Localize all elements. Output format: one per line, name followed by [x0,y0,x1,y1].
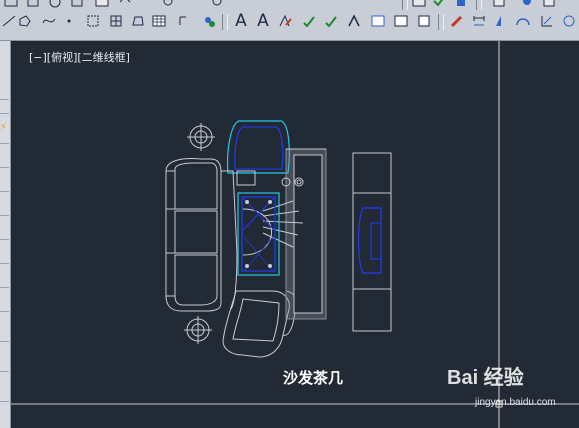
toolbar-separator [402,0,408,10]
panel-divider [0,341,9,342]
spline-icon[interactable] [40,12,58,30]
hatch-icon[interactable] [84,12,102,30]
match-prop-icon[interactable] [415,12,433,30]
dimension-icon[interactable] [470,12,488,30]
toolbar-row-1 [0,0,579,12]
toolbar-separator [438,14,444,30]
panel-divider [0,215,9,216]
panel-divider [0,239,9,240]
drawing-viewport[interactable]: [−][俯视][二维线框] 沙发茶几 Bai 经验 jingyan.baidu.… [11,41,579,428]
settings-icon[interactable] [452,0,470,10]
layer-icon[interactable] [208,0,226,10]
table-icon[interactable] [150,12,168,30]
scale-icon[interactable] [46,0,64,10]
rotate-icon[interactable] [24,0,42,10]
grid-icon[interactable] [540,0,558,10]
move-icon[interactable] [2,0,20,10]
text-style-icon[interactable]: A [254,12,272,30]
polygon-icon[interactable] [16,12,34,30]
baidu-watermark: Bai 经验 jingyan.baidu.com [447,361,556,408]
undo-icon[interactable] [116,0,134,10]
attribute-icon[interactable] [200,12,218,30]
gradient-icon[interactable] [107,12,125,30]
offset-icon[interactable] [93,0,111,10]
edit-text-icon[interactable] [276,12,294,30]
armchair-top [226,120,290,174]
panel-divider [0,99,9,100]
justify-icon[interactable] [369,12,387,30]
scale-text-icon[interactable] [345,12,363,30]
eye-icon[interactable] [518,0,536,10]
text-icon[interactable]: A [232,12,250,30]
panel-divider [0,287,9,288]
panel-divider [0,311,9,312]
region-icon[interactable] [129,12,147,30]
mtext-icon[interactable] [392,12,410,30]
watermark-logo: Bai 经验 [447,367,524,389]
toolbar: A A [0,0,579,41]
panel-divider [0,191,9,192]
lock-icon[interactable] [490,0,508,10]
sofa-three-seat [165,158,238,312]
insert-icon[interactable] [174,12,192,30]
tv-cabinet [352,152,392,332]
radius-icon[interactable] [538,12,556,30]
visual-icon[interactable] [410,0,428,10]
ordinate-icon[interactable] [514,12,532,30]
panel-divider [0,143,9,144]
panel-divider [0,371,9,372]
watermark-url: jingyan.baidu.com [475,397,556,408]
panel-arrow-icon[interactable]: ⚡ [0,121,9,135]
panel-divider [0,401,9,402]
find-replace-icon[interactable] [322,12,340,30]
zoom-icon[interactable] [160,0,178,10]
drawing-caption: 沙发茶几 [283,369,344,387]
mirror-icon[interactable] [68,0,86,10]
arc-icon[interactable] [492,12,510,30]
panel-divider [0,167,9,168]
lamp-bottom [184,316,212,344]
panel-divider [0,113,9,114]
left-palette-panel[interactable]: ⚡ [0,41,11,428]
check-icon[interactable] [430,0,448,10]
dot-icon[interactable] [60,12,78,30]
toolbar-row-2: A A [0,12,579,32]
toolbar-separator [222,14,228,30]
angular-icon[interactable] [560,12,578,30]
toolbar-separator [476,0,482,10]
paint-icon[interactable] [448,12,466,30]
spell-icon[interactable] [300,12,318,30]
panel-divider [0,263,9,264]
center-table [237,192,280,276]
lamp-top [187,123,215,151]
